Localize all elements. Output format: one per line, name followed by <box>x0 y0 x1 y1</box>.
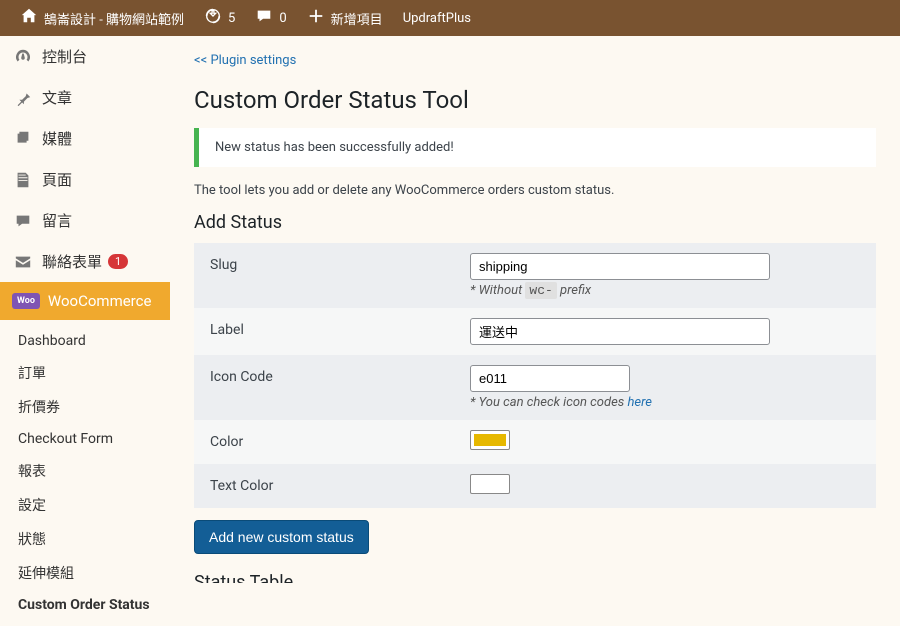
submenu-extensions[interactable]: 延伸模組 <box>0 556 170 590</box>
submenu-coupons[interactable]: 折價券 <box>0 390 170 424</box>
updates-count: 5 <box>228 11 235 26</box>
menu-label: 媒體 <box>42 128 72 149</box>
media-icon <box>12 130 34 148</box>
menu-label: 留言 <box>42 210 72 231</box>
updates[interactable]: 5 <box>194 7 245 29</box>
menu-comments[interactable]: 留言 <box>0 200 170 241</box>
submenu-orders[interactable]: 訂單 <box>0 356 170 390</box>
updraft-label: UpdraftPlus <box>403 11 471 26</box>
submenu-checkout[interactable]: Checkout Form <box>0 424 170 454</box>
page-icon <box>12 171 34 189</box>
menu-label: 聯絡表單 <box>42 251 102 272</box>
menu-dashboard[interactable]: 控制台 <box>0 36 170 77</box>
woo-submenu: Dashboard 訂單 折價券 Checkout Form 報表 設定 狀態 … <box>0 320 170 626</box>
menu-posts[interactable]: 文章 <box>0 77 170 118</box>
add-status-button[interactable]: Add new custom status <box>194 520 369 554</box>
main-content: << Plugin settings Custom Order Status T… <box>170 36 900 583</box>
menu-label: WooCommerce <box>48 292 152 310</box>
menu-woocommerce[interactable]: Woo WooCommerce <box>0 282 170 320</box>
success-notice: New status has been successfully added! <box>194 128 876 167</box>
updraft-link[interactable]: UpdraftPlus <box>393 11 481 26</box>
color-swatch <box>474 434 506 446</box>
color-picker[interactable] <box>470 430 510 450</box>
submenu-custom-status[interactable]: Custom Order Status <box>0 590 170 620</box>
slug-input[interactable] <box>470 253 770 280</box>
pin-icon <box>12 89 34 107</box>
label-label: Label <box>194 308 454 355</box>
admin-sidebar: 控制台 文章 媒體 頁面 留言 聯絡表單 1 Woo WooCommerce D… <box>0 36 170 583</box>
new-item[interactable]: 新增項目 <box>297 7 393 29</box>
intro-text: The tool lets you add or delete any WooC… <box>194 183 876 198</box>
icon-label: Icon Code <box>194 355 454 420</box>
site-link[interactable]: 鵠崙設計 - 購物網站範例 <box>10 7 194 29</box>
menu-pages[interactable]: 頁面 <box>0 159 170 200</box>
submenu-reports[interactable]: 報表 <box>0 454 170 488</box>
home-icon <box>20 7 38 29</box>
menu-label: 頁面 <box>42 169 72 190</box>
submenu-status[interactable]: 狀態 <box>0 522 170 556</box>
text-color-swatch <box>474 478 506 490</box>
submenu-dashboard[interactable]: Dashboard <box>0 326 170 356</box>
submenu-settings[interactable]: 設定 <box>0 488 170 522</box>
plus-icon <box>307 7 325 29</box>
notification-badge: 1 <box>108 254 128 269</box>
update-icon <box>204 7 222 29</box>
page-title: Custom Order Status Tool <box>194 86 876 114</box>
status-table-heading: Status Table <box>194 572 876 583</box>
text-color-label: Text Color <box>194 464 454 508</box>
mail-icon <box>12 253 34 271</box>
menu-label: 控制台 <box>42 46 87 67</box>
text-color-picker[interactable] <box>470 474 510 494</box>
back-link[interactable]: << Plugin settings <box>194 53 296 68</box>
comments-count: 0 <box>279 11 286 26</box>
menu-label: 文章 <box>42 87 72 108</box>
icon-input[interactable] <box>470 365 630 392</box>
add-status-heading: Add Status <box>194 212 876 233</box>
menu-media[interactable]: 媒體 <box>0 118 170 159</box>
menu-contact[interactable]: 聯絡表單 1 <box>0 241 170 282</box>
dashboard-icon <box>12 48 34 66</box>
icon-hint: * You can check icon codes here <box>470 395 860 410</box>
site-name: 鵠崙設計 - 購物網站範例 <box>44 9 184 28</box>
label-input[interactable] <box>470 318 770 345</box>
color-label: Color <box>194 420 454 464</box>
admin-bar: 鵠崙設計 - 購物網站範例 5 0 新增項目 UpdraftPlus <box>0 0 900 36</box>
comments[interactable]: 0 <box>245 7 296 29</box>
new-item-label: 新增項目 <box>331 9 383 28</box>
status-form: Slug * Without wc- prefix Label Icon Cod… <box>194 243 876 508</box>
icon-codes-link[interactable]: here <box>627 395 651 410</box>
comment-icon <box>12 212 34 230</box>
slug-label: Slug <box>194 243 454 308</box>
woo-icon: Woo <box>12 293 40 309</box>
comment-icon <box>255 7 273 29</box>
slug-hint: * Without wc- prefix <box>470 283 860 298</box>
